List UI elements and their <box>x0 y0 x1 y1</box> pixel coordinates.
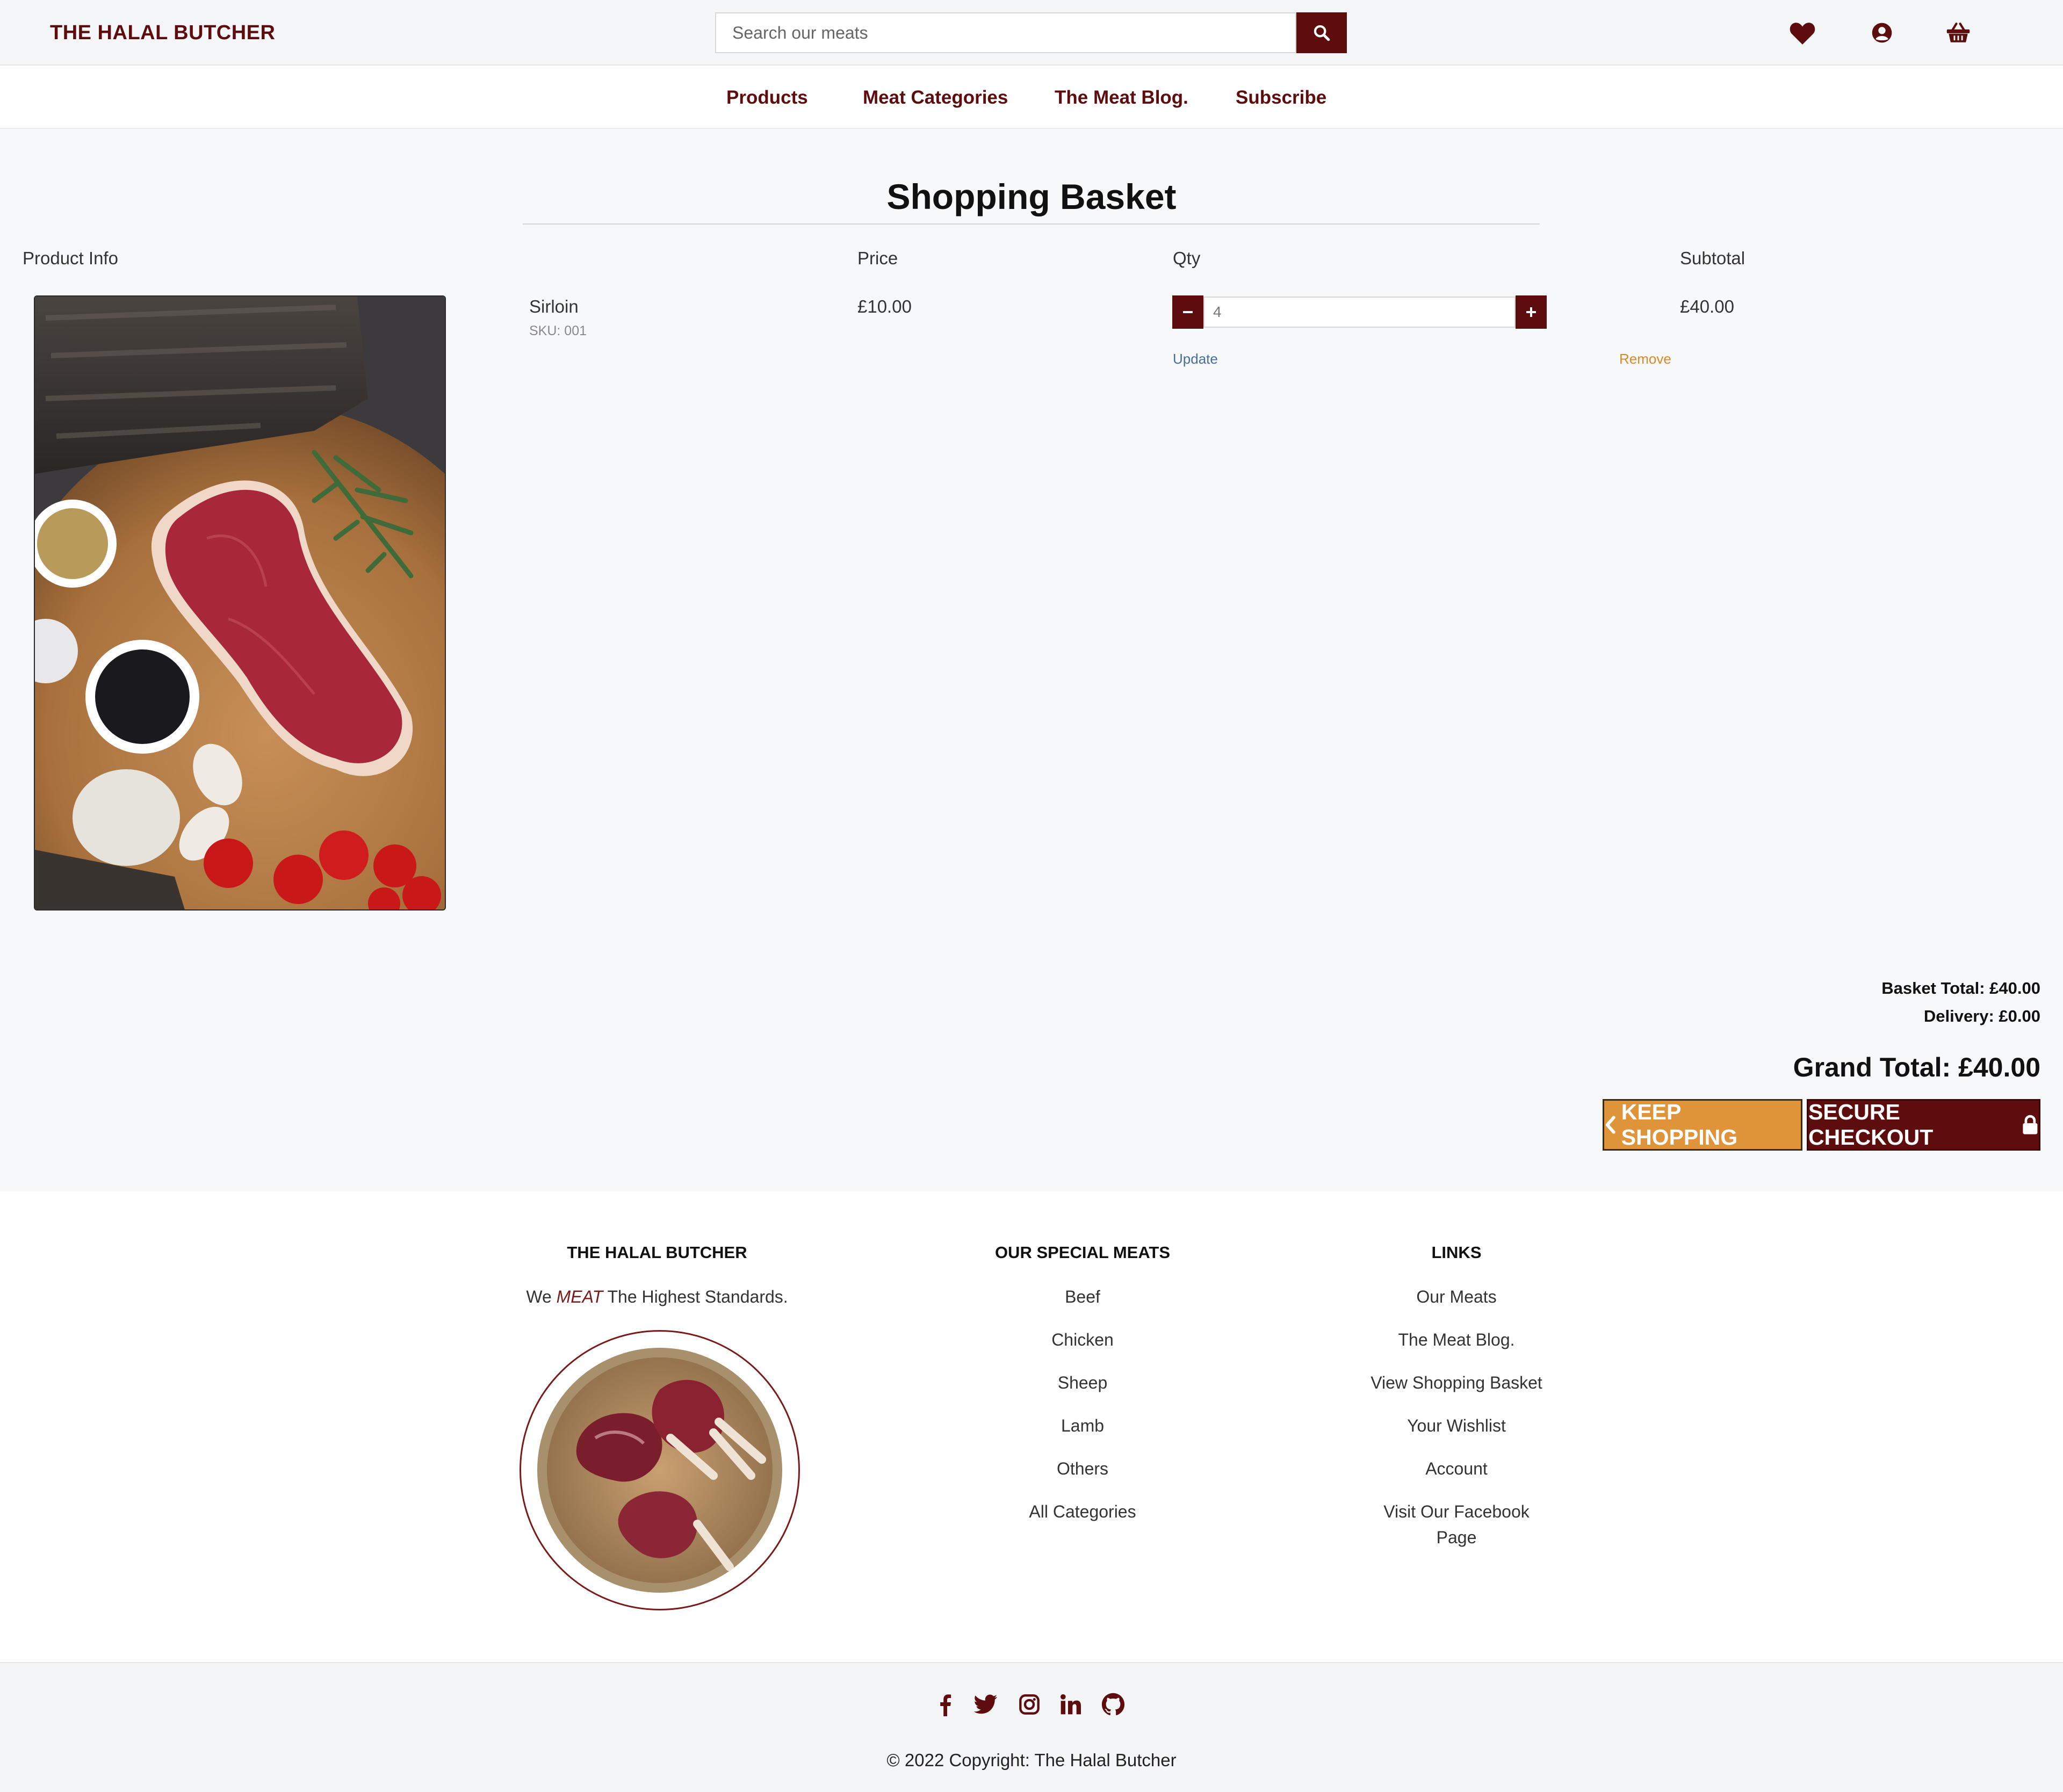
basket-section: Shopping Basket Product Info Price Qty S… <box>0 129 2063 1191</box>
search-form: Search our meats <box>715 12 1347 53</box>
facebook-link[interactable] <box>932 1691 958 1718</box>
footer-meat-image <box>520 1330 800 1610</box>
footer-link-lamb[interactable]: Lamb <box>921 1416 1244 1436</box>
footer-link-account[interactable]: Account <box>1295 1459 1618 1479</box>
secure-checkout-button[interactable]: SECURE CHECKOUT <box>1807 1099 2040 1151</box>
remove-link[interactable]: Remove <box>1619 351 1671 367</box>
account-icon <box>1872 23 1892 43</box>
footer-link-beef[interactable]: Beef <box>921 1287 1244 1307</box>
wishlist-button[interactable] <box>1789 19 1816 46</box>
top-bar: THE HALAL BUTCHER Search our meats <box>0 0 2063 66</box>
plus-icon <box>1526 307 1536 317</box>
search-input[interactable]: Search our meats <box>715 12 1296 53</box>
main-nav: Products Meat Categories The Meat Blog. … <box>0 66 2063 129</box>
github-link[interactable] <box>1100 1691 1127 1718</box>
chevron-left-icon <box>1605 1116 1615 1134</box>
basket-total: Basket Total: £40.00 <box>1881 979 2040 998</box>
secure-checkout-label: SECURE CHECKOUT <box>1808 1100 1934 1150</box>
linkedin-link[interactable] <box>1057 1691 1084 1718</box>
footer-tagline: We MEAT The Highest Standards. <box>496 1287 818 1307</box>
heart-icon <box>1790 23 1815 45</box>
tagline-pre: We <box>526 1287 552 1306</box>
brand-logo[interactable]: THE HALAL BUTCHER <box>50 21 275 45</box>
account-button[interactable] <box>1869 19 1895 46</box>
col-subtotal: Subtotal <box>1680 248 1745 268</box>
footer-link-meat-blog[interactable]: The Meat Blog. <box>1295 1330 1618 1350</box>
product-price: £10.00 <box>857 297 912 316</box>
minus-icon <box>1183 311 1193 313</box>
decrement-qty-button[interactable] <box>1172 295 1203 329</box>
nav-subscribe[interactable]: Subscribe <box>1236 87 1326 109</box>
col-product-info: Product Info <box>23 248 118 268</box>
basket-icon <box>1946 23 1970 42</box>
update-link[interactable]: Update <box>1173 351 1218 367</box>
footer-link-facebook-page[interactable]: Visit Our Facebook <box>1295 1502 1618 1522</box>
tagline-post: The Highest Standards. <box>607 1287 788 1306</box>
delivery-cost: Delivery: £0.00 <box>1923 1007 2040 1025</box>
footer-link-others[interactable]: Others <box>921 1459 1244 1479</box>
nav-products[interactable]: Products <box>726 87 808 109</box>
twitter-icon <box>974 1694 998 1714</box>
keep-shopping-button[interactable]: KEEP SHOPPING <box>1603 1099 1802 1151</box>
basket-button[interactable] <box>1945 19 1972 46</box>
page-title: Shopping Basket <box>886 177 1177 216</box>
product-name: Sirloin <box>529 297 579 316</box>
footer-link-all-categories[interactable]: All Categories <box>921 1502 1244 1522</box>
product-sku: SKU: 001 <box>529 323 587 338</box>
footer-link-our-meats[interactable]: Our Meats <box>1295 1287 1618 1307</box>
col-qty: Qty <box>1173 248 1201 268</box>
footer-link-chicken[interactable]: Chicken <box>921 1330 1244 1350</box>
quantity-input[interactable]: 4 <box>1203 297 1516 328</box>
grand-total: Grand Total: £40.00 <box>1793 1052 2040 1082</box>
search-button[interactable] <box>1296 12 1347 53</box>
title-divider <box>523 223 1540 225</box>
quantity-stepper: 4 <box>1172 295 1547 329</box>
footer-brand-heading: THE HALAL BUTCHER <box>567 1243 747 1262</box>
product-image <box>34 295 446 911</box>
facebook-icon <box>940 1694 951 1716</box>
product-subtotal: £40.00 <box>1680 297 1734 316</box>
increment-qty-button[interactable] <box>1516 295 1547 329</box>
footer-link-sheep[interactable]: Sheep <box>921 1373 1244 1393</box>
col-price: Price <box>857 248 898 268</box>
footer-links-heading: LINKS <box>1431 1243 1482 1262</box>
footer-link-facebook-page-2[interactable]: Page <box>1295 1528 1618 1548</box>
footer-meats-heading: OUR SPECIAL MEATS <box>994 1243 1171 1262</box>
lock-icon <box>2023 1115 2038 1135</box>
search-icon <box>1314 25 1330 41</box>
copyright-text: © 2022 Copyright: The Halal Butcher <box>886 1750 1177 1770</box>
tagline-emphasis: MEAT <box>556 1287 603 1306</box>
keep-shopping-label: KEEP SHOPPING <box>1621 1100 1738 1150</box>
github-icon <box>1101 1693 1125 1716</box>
linkedin-icon <box>1061 1694 1081 1715</box>
instagram-icon <box>1019 1694 1040 1715</box>
nav-meat-blog[interactable]: The Meat Blog. <box>1055 87 1188 109</box>
footer-bottom: © 2022 Copyright: The Halal Butcher <box>0 1662 2063 1792</box>
instagram-link[interactable] <box>1016 1691 1043 1718</box>
footer-link-view-basket[interactable]: View Shopping Basket <box>1295 1373 1618 1393</box>
twitter-link[interactable] <box>972 1691 999 1718</box>
nav-meat-categories[interactable]: Meat Categories <box>863 87 1008 109</box>
footer: THE HALAL BUTCHER We MEAT The Highest St… <box>0 1191 2063 1662</box>
footer-link-wishlist[interactable]: Your Wishlist <box>1295 1416 1618 1436</box>
